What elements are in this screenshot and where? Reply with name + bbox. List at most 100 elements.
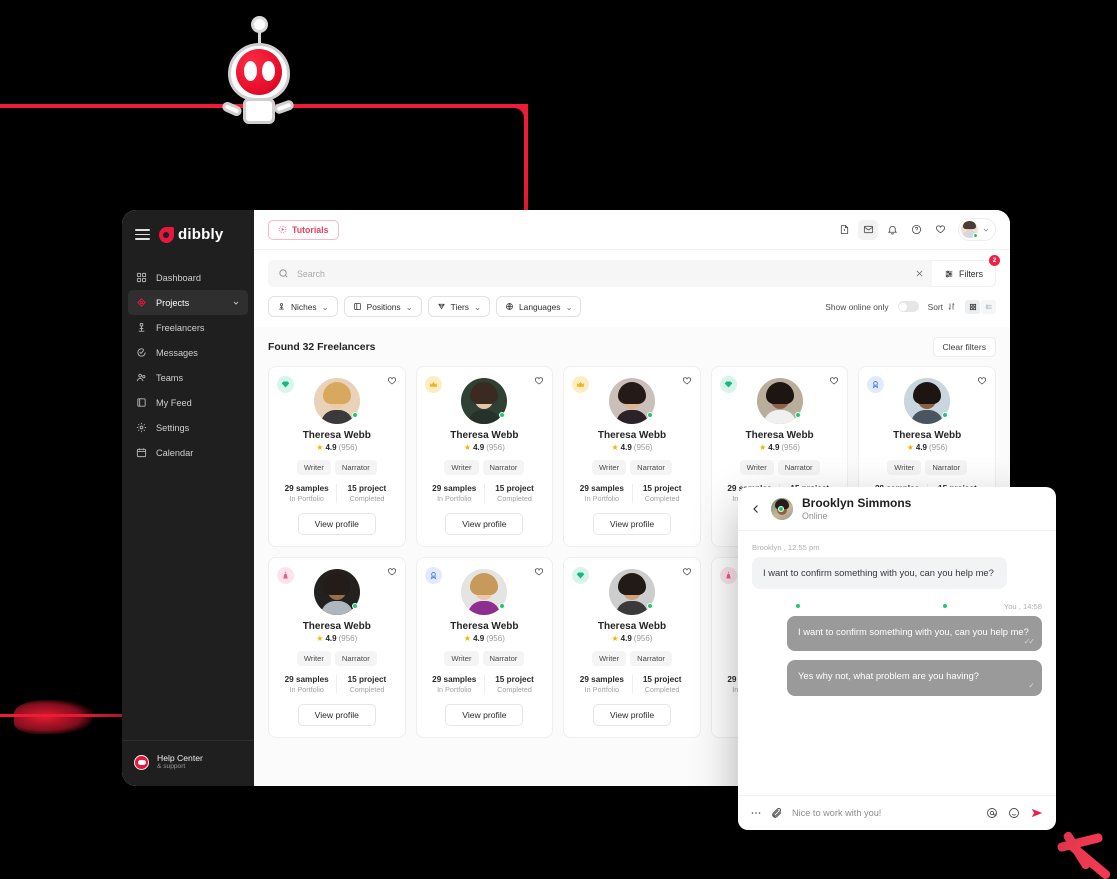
tower-icon (719, 567, 737, 584)
online-status-dot (794, 603, 801, 609)
chat-input-bar (738, 795, 1056, 830)
favorite-heart-icon[interactable] (829, 376, 839, 386)
mail-icon[interactable] (858, 219, 878, 240)
search-icon (279, 269, 288, 278)
filters-button[interactable]: Filters 2 (932, 255, 1000, 287)
diamond-icon (277, 376, 294, 393)
chip-label: Tiers (450, 301, 469, 312)
sidebar-item-settings[interactable]: Settings (128, 415, 248, 440)
view-profile-button[interactable]: View profile (592, 513, 671, 535)
search-box[interactable] (268, 260, 908, 287)
clear-filters-button[interactable]: Clear filters (932, 337, 996, 357)
mention-icon[interactable] (986, 807, 998, 819)
freelancer-card[interactable]: Theresa Webb ★4.9(956) WriterNarrator 29 sa… (415, 366, 554, 547)
freelancer-card[interactable]: Theresa Webb ★4.9(956) WriterNarrator 29 sa… (415, 557, 554, 738)
freelancer-card[interactable]: Theresa Webb ★4.9(956) WriterNarrator 29 sa… (563, 366, 701, 547)
freelancer-rating: ★4.9(956) (611, 443, 653, 452)
file-icon[interactable] (834, 220, 854, 240)
chat-message-meta: Brooklyn , 12.55 pm (752, 543, 820, 552)
send-button[interactable] (1030, 806, 1044, 820)
freelancer-tag: Writer (592, 651, 627, 666)
favorite-heart-icon[interactable] (977, 376, 987, 386)
favorite-heart-icon[interactable] (534, 376, 544, 386)
screenshot-stage: dibbly Dashboard Projects Freelancers Me… (0, 0, 1117, 879)
freelancer-tag: Writer (444, 651, 479, 666)
attachment-icon[interactable] (771, 807, 783, 819)
sidebar-item-freelancers[interactable]: Freelancers (128, 315, 248, 340)
tiers-icon (437, 303, 445, 310)
help-center-button[interactable]: Help Center & support (122, 740, 254, 786)
favorite-heart-icon[interactable] (387, 376, 397, 386)
filters-label: Filters (959, 268, 983, 279)
chip-languages[interactable]: Languages ⌄ (496, 296, 582, 317)
sidebar-item-label: My Feed (156, 397, 192, 408)
niches-icon (279, 303, 284, 310)
chat-message-input[interactable] (792, 808, 977, 818)
freelancer-tag: Narrator (334, 651, 377, 666)
heart-icon[interactable] (930, 220, 950, 240)
chip-positions[interactable]: Positions ⌄ (343, 296, 422, 317)
list-view-button[interactable] (981, 299, 996, 314)
more-options-icon[interactable] (750, 807, 762, 819)
tutorials-button[interactable]: Tutorials (268, 219, 339, 240)
grid-view-button[interactable] (965, 299, 980, 314)
freelancer-card[interactable]: Theresa Webb ★4.9(956) WriterNarrator 29 sa… (268, 557, 406, 738)
favorite-heart-icon[interactable] (534, 567, 544, 577)
freelancer-stats: 29 samplesIn Portfolio15 projectComplete… (425, 675, 545, 694)
freelancer-name: Theresa Webb (597, 621, 667, 632)
favorite-heart-icon[interactable] (387, 567, 397, 577)
chip-label: Niches (291, 301, 317, 312)
freelancer-name: Theresa Webb (597, 430, 667, 441)
user-avatar-menu[interactable] (958, 218, 996, 241)
sidebar-item-teams[interactable]: Teams (128, 365, 248, 390)
sort-button[interactable]: Sort (928, 302, 956, 312)
chat-message: You , 14:58 I want to confirm something w… (752, 602, 1042, 652)
crown-icon (572, 376, 590, 393)
brand-logo[interactable]: dibbly (159, 226, 223, 243)
search-input[interactable] (297, 268, 898, 279)
sidebar-item-messages[interactable]: Messages (128, 340, 248, 365)
sidebar-item-my-feed[interactable]: My Feed (128, 390, 248, 415)
view-profile-button[interactable]: View profile (445, 704, 524, 726)
freelancer-rating: ★4.9(956) (316, 634, 358, 643)
play-icon (278, 225, 287, 234)
freelancers-icon (136, 322, 147, 333)
view-profile-button[interactable]: View profile (297, 513, 376, 535)
sidebar-item-projects[interactable]: Projects (128, 290, 248, 315)
freelancer-tag: Writer (739, 460, 774, 475)
view-profile-button[interactable]: View profile (592, 704, 671, 726)
ribbon-icon (424, 567, 442, 584)
ribbon-icon (867, 376, 885, 393)
star-icon: ★ (463, 634, 472, 643)
filters-icon (945, 270, 953, 277)
chip-niches[interactable]: Niches ⌄ (268, 296, 338, 317)
clear-search-icon[interactable] (907, 260, 933, 287)
back-icon[interactable] (750, 503, 762, 515)
sidebar-item-calendar[interactable]: Calendar (128, 440, 248, 465)
freelancer-stats: 29 samplesIn Portfolio15 projectComplete… (572, 484, 692, 503)
help-circle-icon[interactable] (906, 220, 926, 240)
freelancer-rating: ★4.9(956) (611, 634, 653, 643)
chat-bubble: I want to confirm something with you, ca… (752, 557, 1007, 589)
favorite-heart-icon[interactable] (682, 567, 692, 577)
hamburger-menu-icon[interactable] (135, 229, 150, 240)
sidebar-item-dashboard[interactable]: Dashboard (128, 265, 248, 290)
favorite-heart-icon[interactable] (682, 376, 692, 386)
view-profile-button[interactable]: View profile (297, 704, 376, 726)
dibbly-logo-icon (159, 226, 174, 243)
bell-icon[interactable] (882, 220, 902, 240)
online-status-dot (973, 233, 978, 238)
view-profile-button[interactable]: View profile (445, 513, 524, 535)
freelancer-card[interactable]: Theresa Webb ★4.9(956) WriterNarrator 29 sa… (268, 366, 406, 547)
freelancer-tag: Narrator (630, 460, 672, 475)
sidebar-nav: Dashboard Projects Freelancers Messages (122, 265, 254, 465)
freelancer-stats: 29 samplesIn Portfolio15 projectComplete… (572, 675, 692, 694)
emoji-icon[interactable] (1008, 807, 1020, 819)
freelancer-card[interactable]: Theresa Webb ★4.9(956) WriterNarrator 29 sa… (563, 557, 701, 738)
chat-contact-name: Brooklyn Simmons (802, 496, 912, 510)
chip-tiers[interactable]: Tiers ⌄ (427, 296, 490, 317)
show-online-only-toggle[interactable] (897, 301, 919, 312)
help-center-title: Help Center (157, 753, 203, 764)
settings-icon (136, 422, 147, 433)
freelancer-stats: 29 samplesIn Portfolio15 projectComplete… (425, 484, 545, 503)
